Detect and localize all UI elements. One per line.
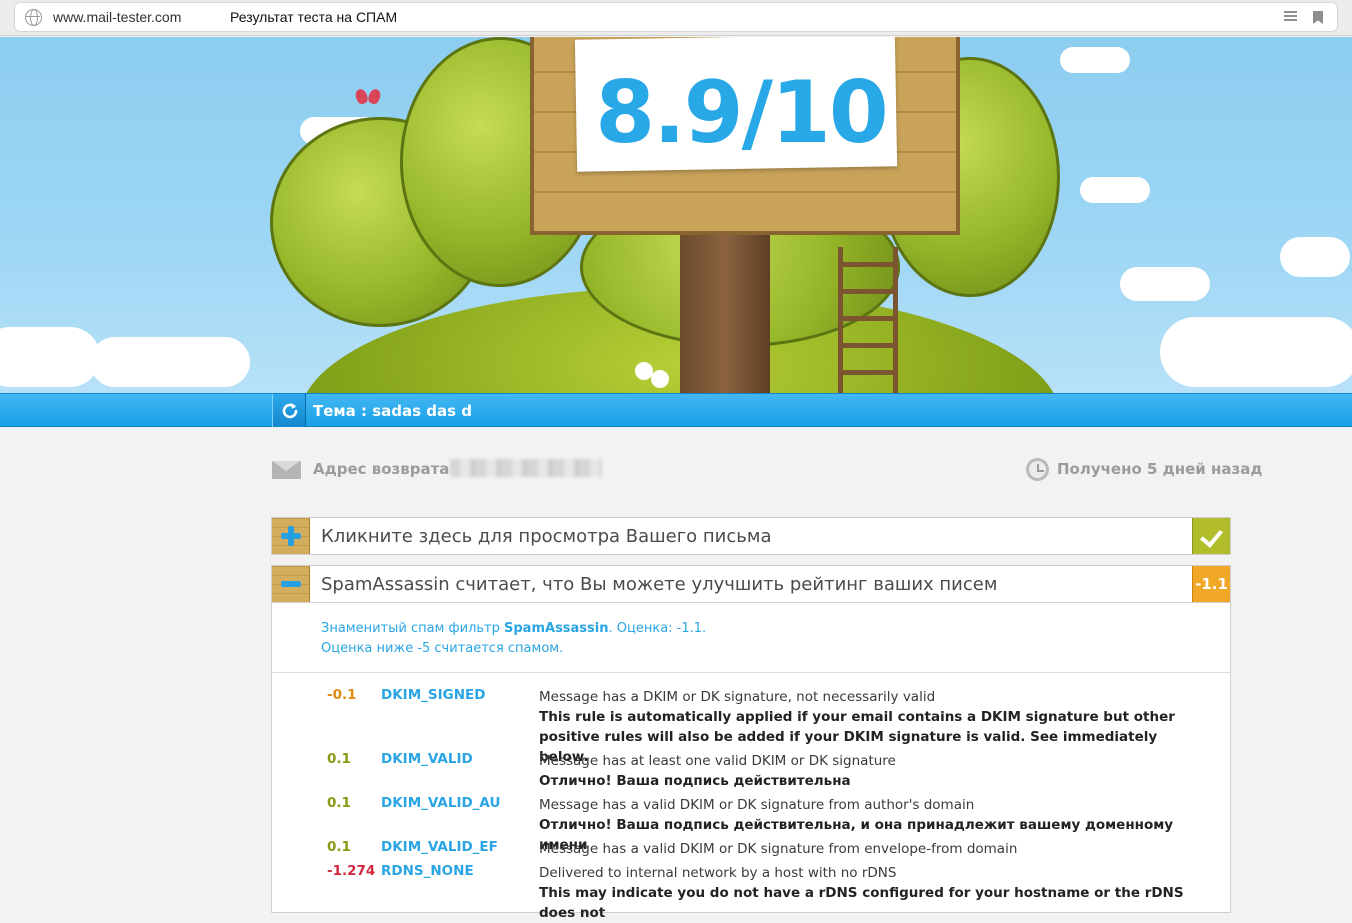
hero-banner: 8.9/10 [0,37,1352,393]
spamassassin-panel[interactable]: SpamAssassin считает, что Вы можете улуч… [271,565,1231,603]
check-icon [1192,518,1230,554]
envelope-icon [272,461,301,479]
cloud [1120,267,1210,301]
rule-desc-text: Message has a valid DKIM or DK signature… [539,841,1018,857]
view-email-panel[interactable]: Кликните здесь для просмотра Вашего пись… [271,517,1231,555]
plus-icon [281,526,301,546]
cloud [1060,47,1130,73]
results-area: Адрес возврата : Получено 5 дней назад К… [0,428,1352,921]
received-info: Получено 5 дней назад [1026,458,1262,481]
panel-title[interactable]: Кликните здесь для просмотра Вашего пись… [321,526,771,547]
divider [272,672,1230,673]
panel-title[interactable]: SpamAssassin считает, что Вы можете улуч… [321,574,997,595]
intro-prefix: Знаменитый спам фильтр [321,621,505,636]
refresh-icon [282,403,298,419]
rule-score: -0.1 [327,687,357,703]
rule-desc-text: Message has a DKIM or DK signature, not … [539,689,936,705]
email-subject: Тема : sadas das d [313,402,473,420]
rule-name[interactable]: DKIM_VALID_EF [381,839,498,855]
rule-desc-text: Message has a valid DKIM or DK signature… [539,797,975,813]
rule-score: 0.1 [327,751,351,767]
return-address-label: Адрес возврата : [313,460,461,478]
page-title: Результат теста на СПАМ [230,9,398,25]
rule-desc-text: Message has at least one valid DKIM or D… [539,753,896,769]
ladder [838,247,898,393]
rule-description: Delivered to internal network by a host … [539,863,1199,923]
rule-description: Message has at least one valid DKIM or D… [539,751,1199,791]
intro-threshold: Оценка ниже -5 считается спамом. [321,641,564,656]
globe-icon [25,9,42,26]
bookmark-icon[interactable] [1313,11,1323,24]
spamassassin-intro: Знаменитый спам фильтр SpamAssassin. Оце… [321,619,706,659]
subject-bar: Тема : sadas das d [0,393,1352,427]
intro-name: SpamAssassin [504,621,609,636]
rule-score: 0.1 [327,839,351,855]
rule-desc-text: Delivered to internal network by a host … [539,865,897,881]
browser-toolbar: www.mail-tester.com Результат теста на С… [0,0,1352,36]
rule-name[interactable]: RDNS_NONE [381,863,474,879]
return-address-redacted [450,459,602,477]
rule-name[interactable]: DKIM_VALID_AU [381,795,500,811]
tree-trunk [680,217,770,393]
rule-description: Message has a valid DKIM or DK signature… [539,839,1199,859]
received-time: Получено 5 дней назад [1057,460,1263,478]
reader-view-icon[interactable] [1284,11,1297,24]
cloud [90,337,250,387]
spamassassin-details: Знаменитый спам фильтр SpamAssassin. Оце… [271,603,1231,921]
rule-name[interactable]: DKIM_VALID [381,751,473,767]
butterfly-icon [356,89,380,107]
minus-icon [281,581,301,587]
spam-score: 8.9/10 [595,63,888,163]
clock-icon [1026,458,1049,481]
url-text[interactable]: www.mail-tester.com [53,9,181,25]
score-badge: -1.1 [1192,566,1230,602]
cloud [1160,317,1352,387]
rule-note: Отлично! Ваша подпись действительна [539,773,851,789]
intro-suffix: . Оценка: -1.1. [608,621,707,636]
cloud [0,327,100,387]
rule-score: 0.1 [327,795,351,811]
flower-icon [638,365,650,377]
expand-button[interactable] [272,518,310,554]
cloud [1080,177,1150,203]
refresh-button[interactable] [272,394,306,427]
rule-score: -1.274 [327,863,376,879]
flower-icon [654,373,666,385]
address-bar[interactable]: www.mail-tester.com Результат теста на С… [14,2,1338,32]
rule-name[interactable]: DKIM_SIGNED [381,687,485,703]
rule-note: This may indicate you do not have a rDNS… [539,885,1184,921]
cloud [1280,237,1350,277]
collapse-button[interactable] [272,566,310,602]
